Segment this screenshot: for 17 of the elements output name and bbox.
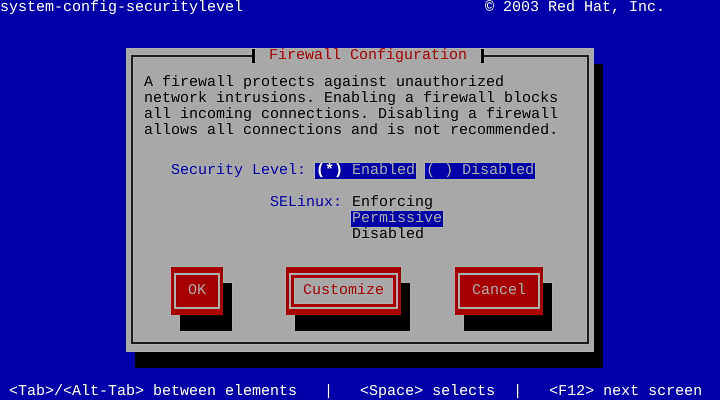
security-level-label: Security Level: <box>171 163 306 179</box>
dialog-button[interactable]: Customize <box>286 267 402 315</box>
help-line: <Tab>/<Alt-Tab> between elements | <Space> selects | <F12> next screen <box>8 384 704 400</box>
list-item[interactable]: Permissive <box>351 211 444 227</box>
dialog-title: Firewall Configuration <box>252 49 484 63</box>
description-text: A firewall protects against unauthorized network intrusions. Enabling a firewall blocks all incoming connections. Disabling a firewall allows all connections and is not recommended. <box>144 75 559 139</box>
dialog-button[interactable]: Cancel <box>455 267 544 315</box>
list-item[interactable]: Disabled <box>351 227 426 243</box>
radio-indicator[interactable]: (*) <box>315 163 352 179</box>
radio-label[interactable]: Disabled <box>462 163 536 179</box>
radio-label[interactable]: Enabled <box>352 163 416 179</box>
list-item[interactable]: Enforcing <box>351 195 434 211</box>
dialog-button[interactable]: OK <box>171 267 224 315</box>
selinux-label: SELinux: <box>270 195 342 213</box>
app-name: system-config-securitylevel <box>0 0 244 16</box>
copyright: © 2003 Red Hat, Inc. <box>484 0 665 16</box>
radio-indicator[interactable]: ( ) <box>425 163 462 179</box>
